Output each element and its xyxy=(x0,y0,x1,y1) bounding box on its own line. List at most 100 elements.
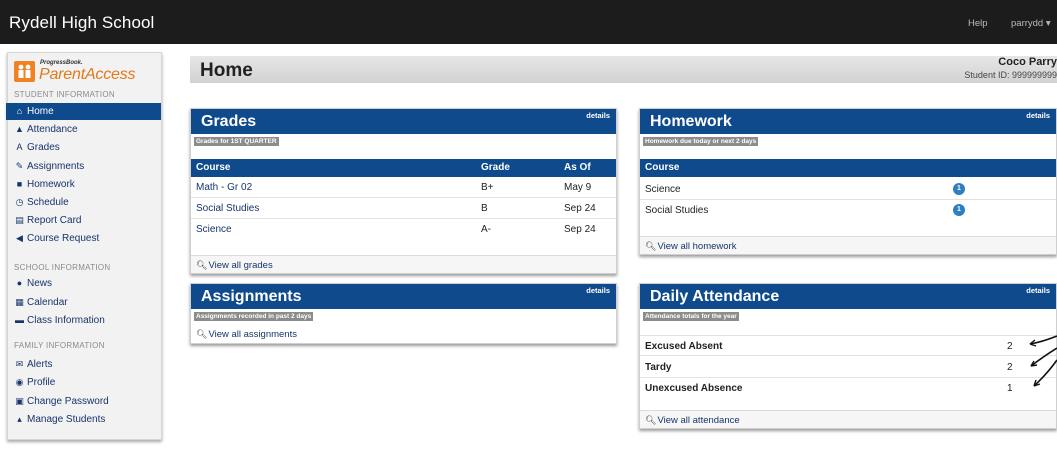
assignments-panel: Assignments details Assignments recorded… xyxy=(190,283,617,344)
sidebar-item-label: Class Information xyxy=(27,315,105,326)
sidebar-item-label: Homework xyxy=(27,178,75,190)
grades-panel-header: Grades details xyxy=(191,109,616,134)
sidebar-item-calendar[interactable]: ▦ Calendar xyxy=(6,294,161,311)
sidebar-item-news[interactable]: ● News xyxy=(6,275,161,292)
bell-icon: ▲ xyxy=(15,124,24,135)
help-link[interactable]: Help xyxy=(968,18,988,29)
page-header: Home Coco Parry Student ID: 999999999 xyxy=(190,56,1057,83)
homework-panel: Homework details Homework due today or n… xyxy=(639,108,1057,255)
comment-icon: ▬ xyxy=(15,315,24,325)
grade-value: B xyxy=(481,203,488,214)
sidebar-item-report-card[interactable]: ▤ Report Card xyxy=(6,212,161,229)
grades-table-header: Course Grade As Of xyxy=(191,159,616,177)
bullhorn-icon: ◀ xyxy=(16,233,23,244)
student-id: Student ID: 999999999 xyxy=(964,70,1057,80)
attendance-label: Tardy xyxy=(645,362,672,373)
view-all-homework-link[interactable]: 🔍︎View all homework xyxy=(640,236,1056,254)
assignments-details-link[interactable]: details xyxy=(586,286,610,295)
zoom-icon: 🔍︎ xyxy=(196,329,208,339)
homework-table-header: Course xyxy=(640,159,1056,177)
table-row: Math - Gr 02 B+ May 9 xyxy=(191,177,616,198)
homework-count-badge[interactable]: 1 xyxy=(953,204,965,216)
attendance-details-link[interactable]: details xyxy=(1026,286,1050,295)
attendance-value: 2 xyxy=(1007,341,1013,352)
daily-attendance-panel: Daily Attendance details Attendance tota… xyxy=(639,283,1057,429)
sidebar-item-label: Change Password xyxy=(27,395,109,407)
page-title: Home xyxy=(200,60,253,81)
sidebar-item-label: Assignments xyxy=(27,160,85,172)
homework-count-badge[interactable]: 1 xyxy=(953,183,965,195)
table-row: Excused Absent 2 xyxy=(640,335,1056,356)
top-navbar: Rydell High School Help parrydd ▾ xyxy=(0,0,1057,44)
sidebar-item-label: News xyxy=(27,278,53,289)
grades-period-tag: Grades for 1ST QUARTER xyxy=(194,137,279,146)
family-logo-icon xyxy=(14,61,35,82)
edit-icon: ✎ xyxy=(15,160,24,171)
table-row: Science 1 xyxy=(640,179,1056,200)
view-all-assignments-label: View all assignments xyxy=(208,329,297,340)
school-name[interactable]: Rydell High School xyxy=(9,13,154,33)
as-of-date: May 9 xyxy=(564,182,592,193)
sidebar-item-profile[interactable]: ◉ Profile xyxy=(6,374,161,391)
view-all-homework-label: View all homework xyxy=(657,241,737,252)
zoom-icon: 🔍︎ xyxy=(196,260,208,270)
assignments-panel-header: Assignments details xyxy=(191,284,616,309)
view-all-attendance-link[interactable]: 🔍︎View all attendance xyxy=(640,410,1056,428)
grade-value: A- xyxy=(481,224,491,235)
table-row: Unexcused Absence 1 xyxy=(640,378,1056,399)
sidebar-item-alerts[interactable]: ✉ Alerts xyxy=(6,356,161,373)
as-of-date: Sep 24 xyxy=(564,224,596,235)
user-icon: ▴ xyxy=(17,413,22,424)
view-all-assignments-link[interactable]: 🔍︎View all assignments xyxy=(191,325,616,343)
sidebar-item-label: Attendance xyxy=(27,124,78,136)
student-name: Coco Parry xyxy=(998,56,1057,68)
course-link[interactable]: Math - Gr 02 xyxy=(196,177,252,198)
attendance-value: 2 xyxy=(1007,362,1013,373)
homework-details-link[interactable]: details xyxy=(1026,111,1050,120)
sidebar-item-manage-students[interactable]: ▴ Manage Students xyxy=(6,411,161,428)
course-link[interactable]: Social Studies xyxy=(196,198,259,219)
table-row: Science A- Sep 24 xyxy=(191,219,616,240)
sidebar-item-class-information[interactable]: ▬ Class Information xyxy=(6,312,161,329)
table-row: Tardy 2 xyxy=(640,357,1056,378)
home-icon: ⌂ xyxy=(16,106,23,116)
attendance-title: Daily Attendance xyxy=(650,288,780,305)
sidebar-section-header: SCHOOL INFORMATION xyxy=(14,263,111,272)
attendance-panel-header: Daily Attendance details xyxy=(640,284,1056,309)
course-link[interactable]: Science xyxy=(196,219,232,240)
table-row: Social Studies B Sep 24 xyxy=(191,198,616,219)
report-card-icon: ▤ xyxy=(15,215,24,226)
sidebar-item-label: Alerts xyxy=(27,359,53,370)
clock-icon: ◷ xyxy=(15,197,24,207)
sidebar-item-label: Report Card xyxy=(27,215,82,227)
book-icon: ■ xyxy=(16,178,23,189)
sidebar-item-course-request[interactable]: ◀ Course Request xyxy=(6,230,161,247)
user-menu[interactable]: parrydd ▾ xyxy=(1011,18,1051,29)
zoom-icon: 🔍︎ xyxy=(645,415,657,425)
view-all-attendance-label: View all attendance xyxy=(657,415,740,426)
sidebar-item-label: Home xyxy=(27,106,54,117)
sidebar-item-home[interactable]: ⌂ Home xyxy=(6,103,161,120)
view-all-grades-link[interactable]: 🔍︎View all grades xyxy=(191,255,616,273)
sidebar-item-change-password[interactable]: ▣ Change Password xyxy=(6,393,161,410)
attendance-period-tag: Attendance totals for the year xyxy=(643,312,739,321)
sidebar-item-assignments[interactable]: ✎ Assignments xyxy=(6,158,161,175)
view-all-grades-label: View all grades xyxy=(208,260,273,271)
attendance-value: 1 xyxy=(1007,383,1013,394)
homework-title: Homework xyxy=(650,113,732,130)
grades-title: Grades xyxy=(201,113,257,130)
course-name: Social Studies xyxy=(645,205,709,216)
sidebar-item-grades[interactable]: A Grades xyxy=(6,139,161,156)
attendance-label: Excused Absent xyxy=(645,341,723,352)
sidebar-item-label: Schedule xyxy=(27,197,69,208)
grade-letter-icon: A xyxy=(16,142,23,153)
progressbook-logo[interactable]: ProgressBook. ParentAccess xyxy=(14,60,164,88)
info-icon: ◉ xyxy=(15,377,24,388)
sidebar-item-schedule[interactable]: ◷ Schedule xyxy=(6,194,161,211)
column-header-grade: Grade xyxy=(481,162,510,173)
homework-period-tag: Homework due today or next 2 days xyxy=(643,137,759,146)
sidebar-item-homework[interactable]: ■ Homework xyxy=(6,176,161,193)
sidebar-item-attendance[interactable]: ▲ Attendance xyxy=(6,121,161,138)
sidebar-item-label: Profile xyxy=(27,377,56,389)
grades-details-link[interactable]: details xyxy=(586,111,610,120)
